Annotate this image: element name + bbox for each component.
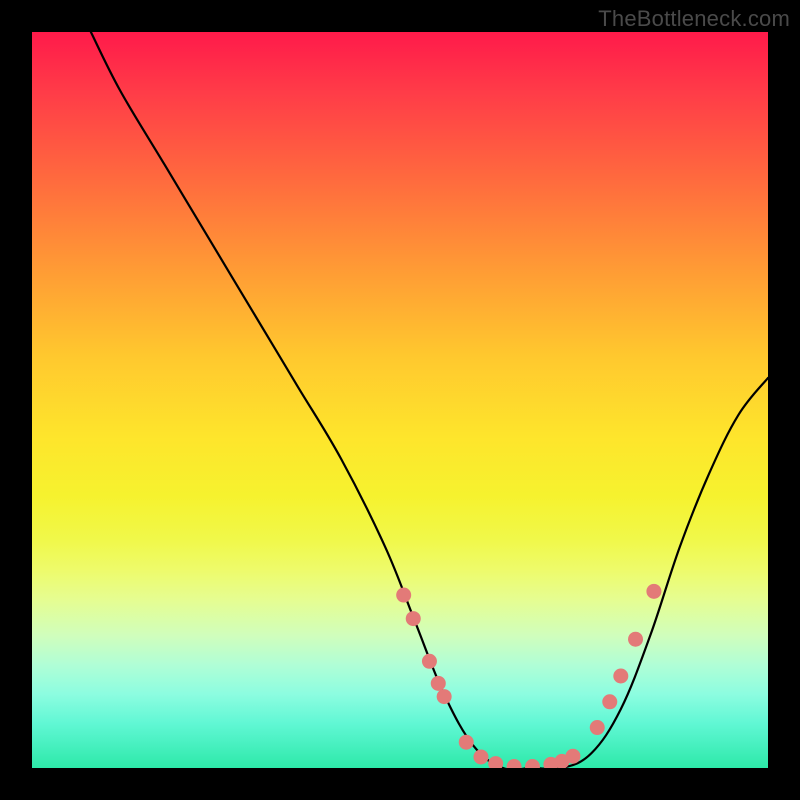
data-point [459, 735, 474, 750]
data-point [406, 611, 421, 626]
data-point [422, 654, 437, 669]
data-point [431, 676, 446, 691]
chart-container: TheBottleneck.com [0, 0, 800, 800]
watermark-text: TheBottleneck.com [598, 6, 790, 32]
data-point [628, 632, 643, 647]
data-point [525, 759, 540, 768]
curve-layer [32, 32, 768, 768]
data-point [602, 694, 617, 709]
data-point [488, 756, 503, 768]
data-point [613, 669, 628, 684]
data-point [507, 759, 522, 768]
data-point [396, 588, 411, 603]
data-point [437, 689, 452, 704]
data-point [646, 584, 661, 599]
data-point [565, 749, 580, 764]
data-point [590, 720, 605, 735]
plot-area [32, 32, 768, 768]
data-point [473, 749, 488, 764]
